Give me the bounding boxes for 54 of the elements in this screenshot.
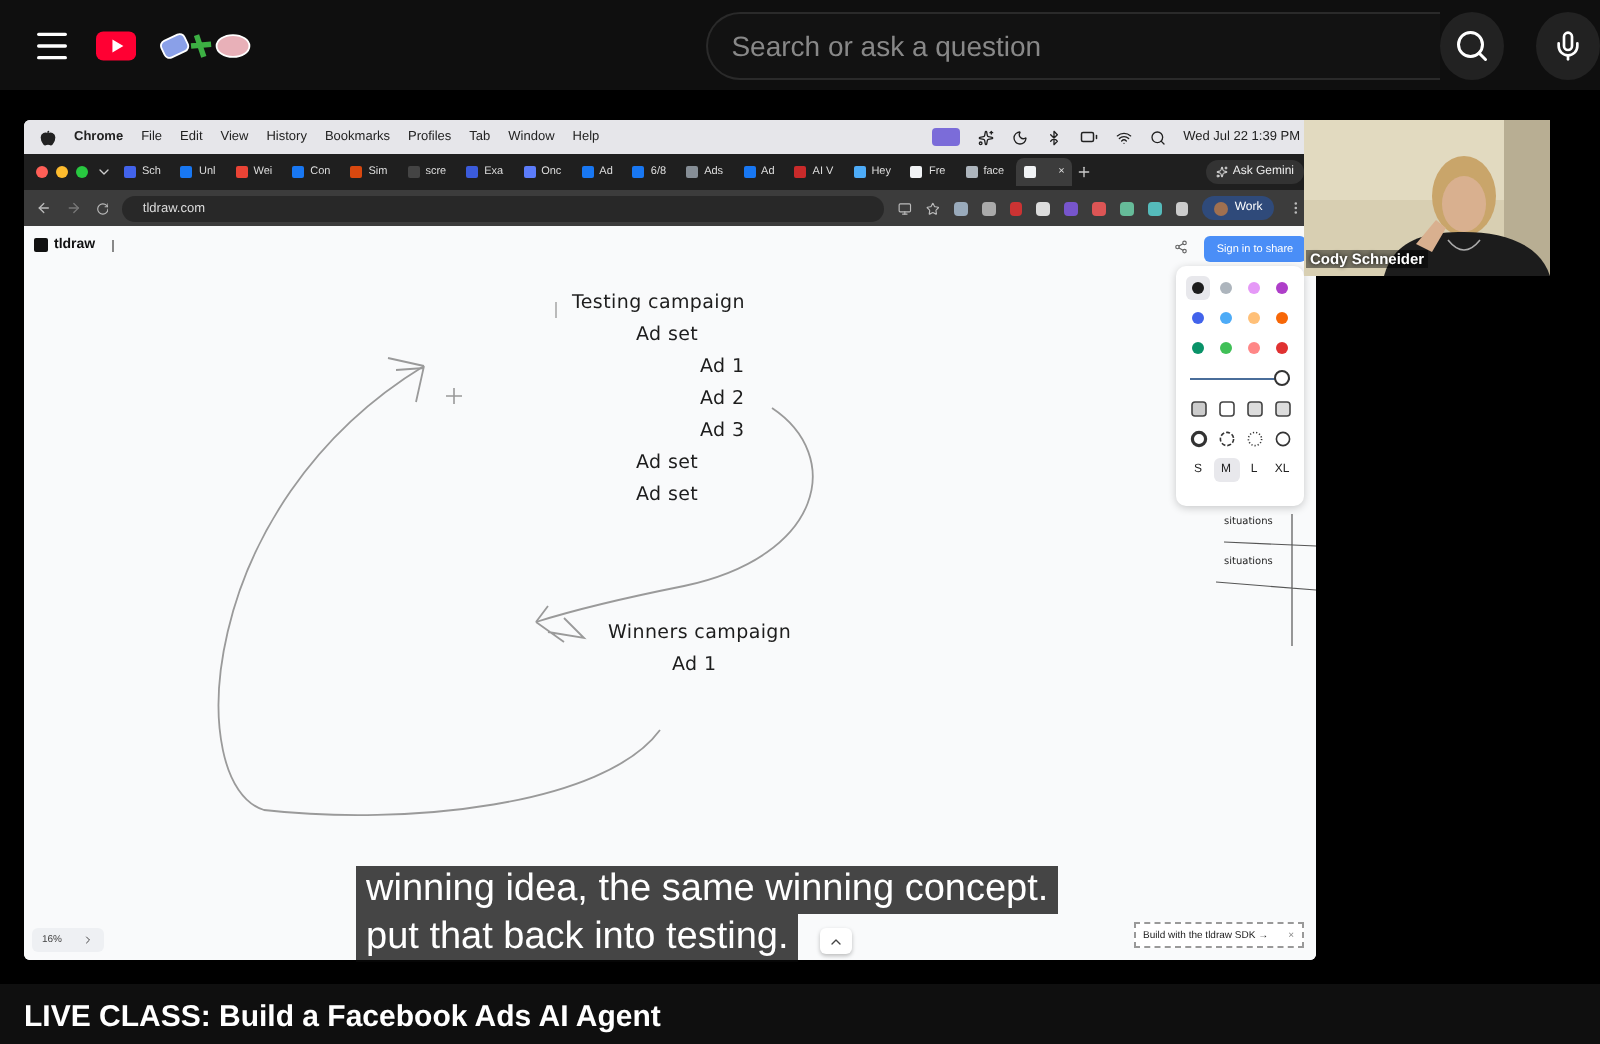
- outline-text: Testing campaign: [572, 292, 745, 314]
- microphone-button[interactable]: [1535, 11, 1600, 79]
- share-button[interactable]: [1174, 240, 1188, 254]
- sparkle-icon: [1216, 166, 1229, 178]
- crosshair-icon: [445, 387, 463, 405]
- zoom-light-icon[interactable]: [76, 166, 88, 178]
- caption-text: put that back into testing.: [356, 914, 799, 962]
- fill-style-icon[interactable]: [1242, 396, 1266, 420]
- microphone-icon: [1551, 29, 1584, 61]
- text-cursor-icon: [555, 301, 557, 319]
- search-icon: [1453, 27, 1490, 63]
- search-icon[interactable]: [1149, 129, 1166, 145]
- opacity-slider[interactable]: [1190, 368, 1290, 388]
- outline-text: Ad set: [636, 452, 701, 474]
- bookmark-icon[interactable]: [926, 201, 940, 215]
- bluetooth-icon[interactable]: [1045, 129, 1062, 145]
- outline-text: Ad set: [636, 484, 701, 506]
- outline-text: Ad set: [636, 324, 701, 346]
- fill-style-icon[interactable]: [1270, 396, 1294, 420]
- dash-style-icon[interactable]: [1214, 426, 1238, 450]
- new-tab-icon[interactable]: [1076, 164, 1093, 180]
- outline-text: Ad 1: [672, 654, 719, 676]
- outline-text: Winners campaign: [608, 622, 792, 644]
- outline-text: Ad 2: [700, 388, 745, 410]
- outline-text: Ad 3: [700, 420, 745, 442]
- tab-search-button[interactable]: [96, 164, 112, 180]
- apple-icon[interactable]: [40, 129, 56, 145]
- fill-style-icon[interactable]: [1186, 396, 1210, 420]
- reload-icon[interactable]: [95, 201, 109, 215]
- wifi-icon[interactable]: [1115, 129, 1132, 145]
- chevron-icon: [82, 934, 95, 946]
- video-title: LIVE CLASS: Build a Facebook Ads AI Agent: [24, 1000, 663, 1034]
- moon-icon[interactable]: [1011, 129, 1028, 145]
- minimize-light-icon[interactable]: [56, 166, 68, 178]
- sparkle-icon[interactable]: [977, 129, 994, 145]
- doodle-icon[interactable]: [160, 27, 252, 63]
- outline-text: Ad 1: [700, 356, 745, 378]
- back-icon[interactable]: [36, 200, 52, 216]
- fill-style-icon[interactable]: [1214, 396, 1238, 420]
- dash-style-icon[interactable]: [1186, 426, 1210, 450]
- dash-style-icon[interactable]: [1270, 426, 1294, 450]
- chevron-icon: [96, 164, 112, 180]
- play-logo-icon[interactable]: [96, 29, 137, 61]
- divider-icon: [112, 240, 114, 252]
- screen-mirror-icon[interactable]: [931, 128, 960, 146]
- battery-icon[interactable]: [1079, 128, 1098, 146]
- logo-icon: [34, 238, 48, 252]
- search-button[interactable]: [1439, 11, 1504, 79]
- search-field[interactable]: Search or ask a question: [705, 11, 1440, 79]
- line-drawing: [1215, 513, 1316, 647]
- close-light-icon[interactable]: [36, 166, 48, 178]
- caption-text: winning idea, the same winning concept.: [356, 866, 1059, 914]
- cast-icon[interactable]: [898, 201, 913, 215]
- color-swatch[interactable]: [1186, 276, 1210, 300]
